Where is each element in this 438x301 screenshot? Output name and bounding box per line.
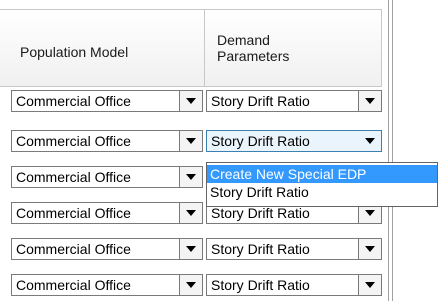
chevron-down-icon	[186, 138, 196, 144]
demand-parameter-dropdown[interactable]: Story Drift Ratio	[206, 274, 382, 296]
population-model-dropdown[interactable]: Commercial Office	[11, 130, 203, 152]
header-population-label: Population Model	[20, 44, 129, 60]
population-model-dropdown[interactable]: Commercial Office	[11, 166, 203, 188]
header-population-model[interactable]: Population Model	[0, 10, 205, 87]
chevron-down-icon	[365, 210, 375, 216]
dropdown-button[interactable]	[359, 131, 381, 151]
dropdown-button[interactable]	[179, 203, 202, 223]
table-row: Commercial Office Story Drift Ratio	[0, 270, 382, 300]
dropdown-button[interactable]	[179, 131, 202, 151]
chevron-down-icon	[365, 98, 375, 104]
table-row: Commercial Office Story Drift Ratio	[0, 126, 382, 156]
chevron-down-icon	[186, 210, 196, 216]
option-create-new-special-edp[interactable]: Create New Special EDP	[207, 165, 437, 183]
demand-value: Story Drift Ratio	[211, 241, 310, 257]
header-demand-label: Demand Parameters	[217, 32, 289, 64]
dropdown-button[interactable]	[358, 239, 381, 259]
window-divider-left	[388, 0, 389, 301]
population-model-dropdown[interactable]: Commercial Office	[11, 202, 203, 224]
population-value: Commercial Office	[16, 169, 131, 185]
population-model-dropdown[interactable]: Commercial Office	[11, 238, 203, 260]
chevron-down-icon	[365, 282, 375, 288]
header-demand-line2: Parameters	[217, 48, 290, 64]
table-row: Commercial Office Story Drift Ratio	[0, 86, 382, 116]
chevron-down-icon	[365, 246, 375, 252]
population-value: Commercial Office	[16, 93, 131, 109]
chevron-down-icon	[186, 246, 196, 252]
population-grid: Population Model Demand Parameters Comme…	[0, 0, 382, 301]
demand-value: Story Drift Ratio	[211, 133, 310, 149]
population-value: Commercial Office	[16, 277, 131, 293]
demand-parameter-dropdown[interactable]: Story Drift Ratio	[206, 90, 382, 112]
chevron-down-icon	[186, 282, 196, 288]
chevron-down-icon	[365, 138, 375, 144]
dropdown-button[interactable]	[358, 91, 381, 111]
dropdown-button[interactable]	[358, 275, 381, 295]
dropdown-button[interactable]	[179, 239, 202, 259]
population-value: Commercial Office	[16, 205, 131, 221]
demand-parameter-dropdown[interactable]: Story Drift Ratio	[206, 238, 382, 260]
dropdown-button[interactable]	[179, 91, 202, 111]
option-story-drift-ratio[interactable]: Story Drift Ratio	[207, 183, 437, 201]
chevron-down-icon	[186, 98, 196, 104]
population-value: Commercial Office	[16, 133, 131, 149]
dropdown-button[interactable]	[179, 275, 202, 295]
chevron-down-icon	[186, 174, 196, 180]
demand-value: Story Drift Ratio	[211, 205, 310, 221]
demand-parameter-dropdown-list: Create New Special EDP Story Drift Ratio	[206, 162, 438, 207]
header-demand-line1: Demand	[217, 32, 270, 48]
population-value: Commercial Office	[16, 241, 131, 257]
demand-value: Story Drift Ratio	[211, 93, 310, 109]
window-divider-right	[392, 0, 393, 301]
dropdown-button[interactable]	[179, 167, 202, 187]
population-model-dropdown[interactable]: Commercial Office	[11, 274, 203, 296]
demand-value: Story Drift Ratio	[211, 277, 310, 293]
header-demand-parameters[interactable]: Demand Parameters	[205, 10, 382, 87]
demand-parameter-dropdown-open[interactable]: Story Drift Ratio	[206, 130, 382, 152]
table-row: Commercial Office Story Drift Ratio	[0, 234, 382, 264]
population-model-dropdown[interactable]: Commercial Office	[11, 90, 203, 112]
